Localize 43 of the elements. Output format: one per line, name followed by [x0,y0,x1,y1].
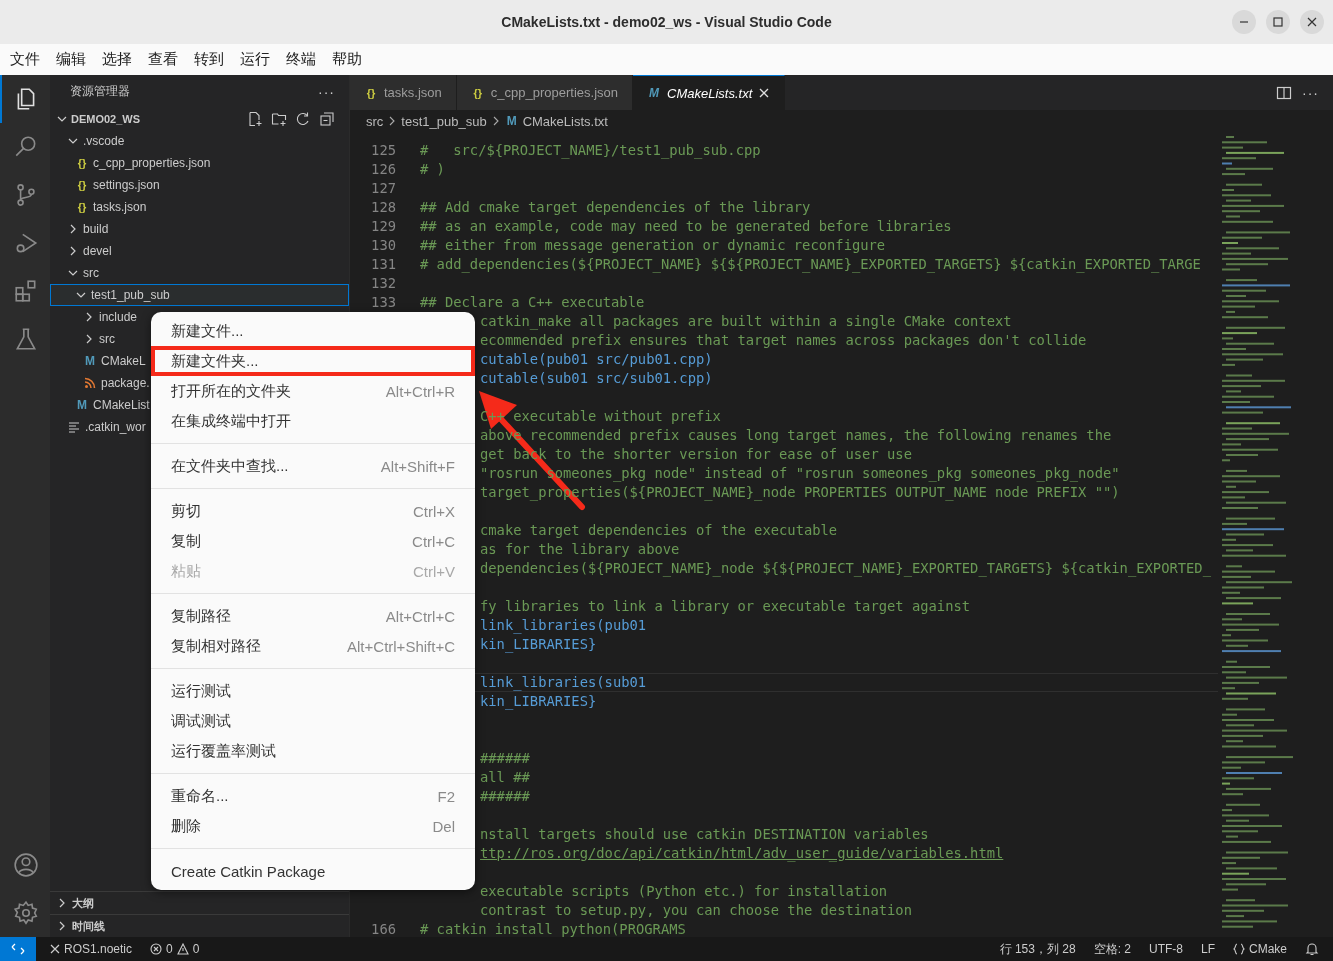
code-line: link_libraries(sub01 [480,673,647,692]
code-line: dependencies(${PROJECT_NAME}_node ${${PROJECT_NAME}_EXPORTED_TARGETS} ${catkin_EXPORTED_ [480,559,1211,578]
code-line: kin_LIBRARIES} [480,635,597,654]
panel-title: 资源管理器 [70,83,130,100]
file-type-icon: M [75,398,89,412]
code-line: cmake target dependencies of the executable [480,521,838,540]
code-line: # catkin_install_python(PROGRAMS [420,920,686,937]
code-line: as for the library above [480,540,680,559]
code-line: catkin_make all packages are built within a single CMake context [480,312,1012,331]
line-number: 132 [371,274,396,293]
code-line: cutable(sub01 src/sub01.cpp) [480,369,713,388]
line-number: 166 [371,920,396,937]
line-number: 133 [371,293,396,312]
file-type-icon: {} [75,201,89,213]
line-number: 130 [371,236,396,255]
code-line: all ## [480,768,530,787]
code-line: executable scripts (Python etc.) for installation [480,882,887,901]
code-line: ## Add cmake target dependencies of the library [420,198,811,217]
code-line: contrast to setup.py, you can choose the destination [480,901,912,920]
file-type-icon: M [83,354,97,368]
line-number: 128 [371,198,396,217]
code-line: ## either from message generation or dynamic reconfigure [420,236,886,255]
code-line: # ) [420,160,445,179]
window-title: CMakeLists.txt - demo02_ws - Visual Studio Code [501,14,832,30]
code-line: link_libraries(pub01 [480,616,647,635]
code-line: # src/${PROJECT_NAME}/test1_pub_sub.cpp [420,141,761,160]
line-number: 129 [371,217,396,236]
code-line: ###### [480,749,530,768]
code-line: ###### [480,787,530,806]
code-line: cutable(pub01 src/pub01.cpp) [480,350,713,369]
line-number: 126 [371,160,396,179]
code-line: ## as an example, code may need to be generated before libraries [420,217,952,236]
code-line: # add_dependencies(${PROJECT_NAME} ${${PROJECT_NAME}_EXPORTED_TARGETS} ${catkin_EXPORTED_TARGE [420,255,1201,274]
line-number: 125 [371,141,396,160]
code-line: ## Declare a C++ executable [420,293,645,312]
file-type-icon: {} [75,157,89,169]
code-line: fy libraries to link a library or executable target against [480,597,971,616]
file-type-icon: {} [75,179,89,191]
code-line: nstall targets should use catkin DESTINATION variables [480,825,929,844]
line-number: 131 [371,255,396,274]
code-line: kin_LIBRARIES} [480,692,597,711]
line-number: 127 [371,179,396,198]
code-line: ecommended prefix ensures that target names across packages don't collide [480,331,1087,350]
